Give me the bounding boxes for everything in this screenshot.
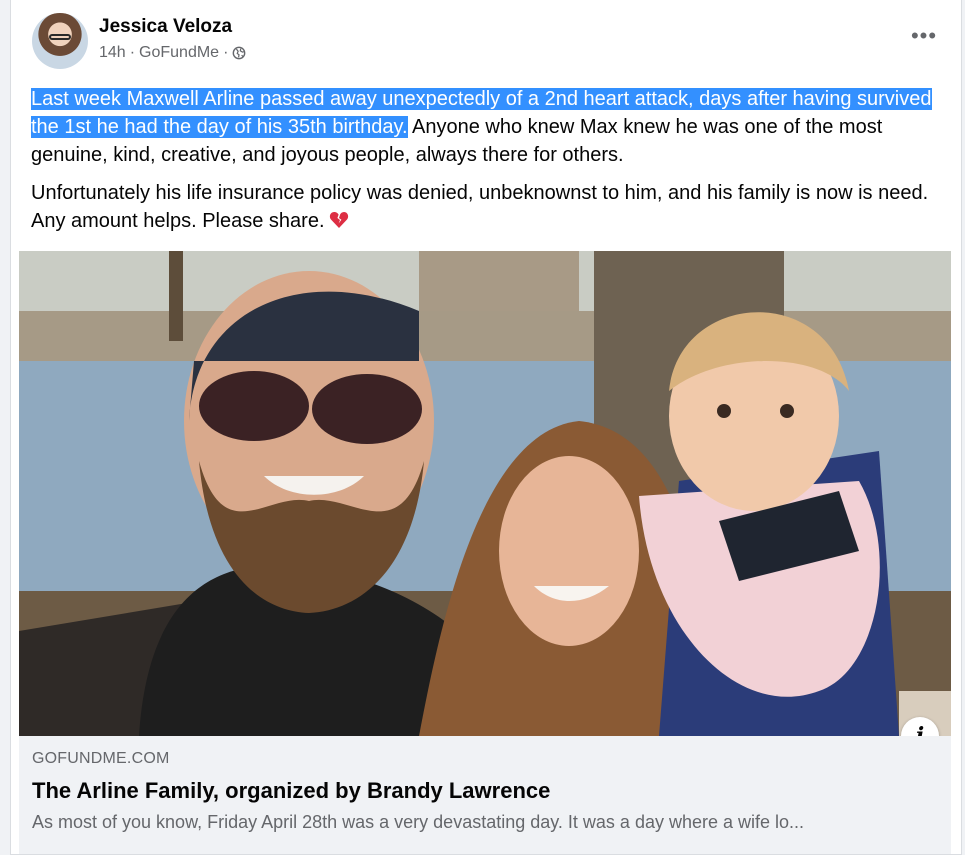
link-preview[interactable]: GOFUNDME.COM The Arline Family, organize… (19, 736, 951, 854)
link-title[interactable]: The Arline Family, organized by Brandy L… (32, 778, 550, 804)
link-domain: GOFUNDME.COM (32, 750, 170, 767)
author-avatar[interactable] (32, 13, 88, 69)
post-text-2: Unfortunately his life insurance policy … (31, 182, 929, 232)
post-paragraph-1: Last week Maxwell Arline passed away une… (31, 85, 936, 169)
author-name[interactable]: Jessica Veloza (99, 16, 232, 38)
broken-heart-icon (329, 212, 348, 228)
globe-icon (233, 46, 246, 60)
family-photo (19, 251, 951, 736)
post-meta: 14h · GoFundMe · (99, 44, 246, 62)
post-header: Jessica Veloza 14h · GoFundMe · ••• (32, 13, 952, 73)
post-body: Last week Maxwell Arline passed away une… (31, 85, 936, 245)
meta-separator: · (129, 44, 136, 61)
link-description: As most of you know, Friday April 28th w… (32, 812, 805, 832)
post-source[interactable]: GoFundMe (139, 44, 219, 62)
link-preview-image[interactable] (19, 251, 951, 736)
post-card: Jessica Veloza 14h · GoFundMe · ••• Last… (10, 0, 962, 855)
meta-separator-2: · (223, 44, 229, 61)
post-paragraph-2: Unfortunately his life insurance policy … (31, 179, 936, 235)
post-time[interactable]: 14h (99, 44, 126, 62)
avatar-glasses (49, 34, 71, 40)
more-options-icon[interactable]: ••• (906, 25, 942, 49)
